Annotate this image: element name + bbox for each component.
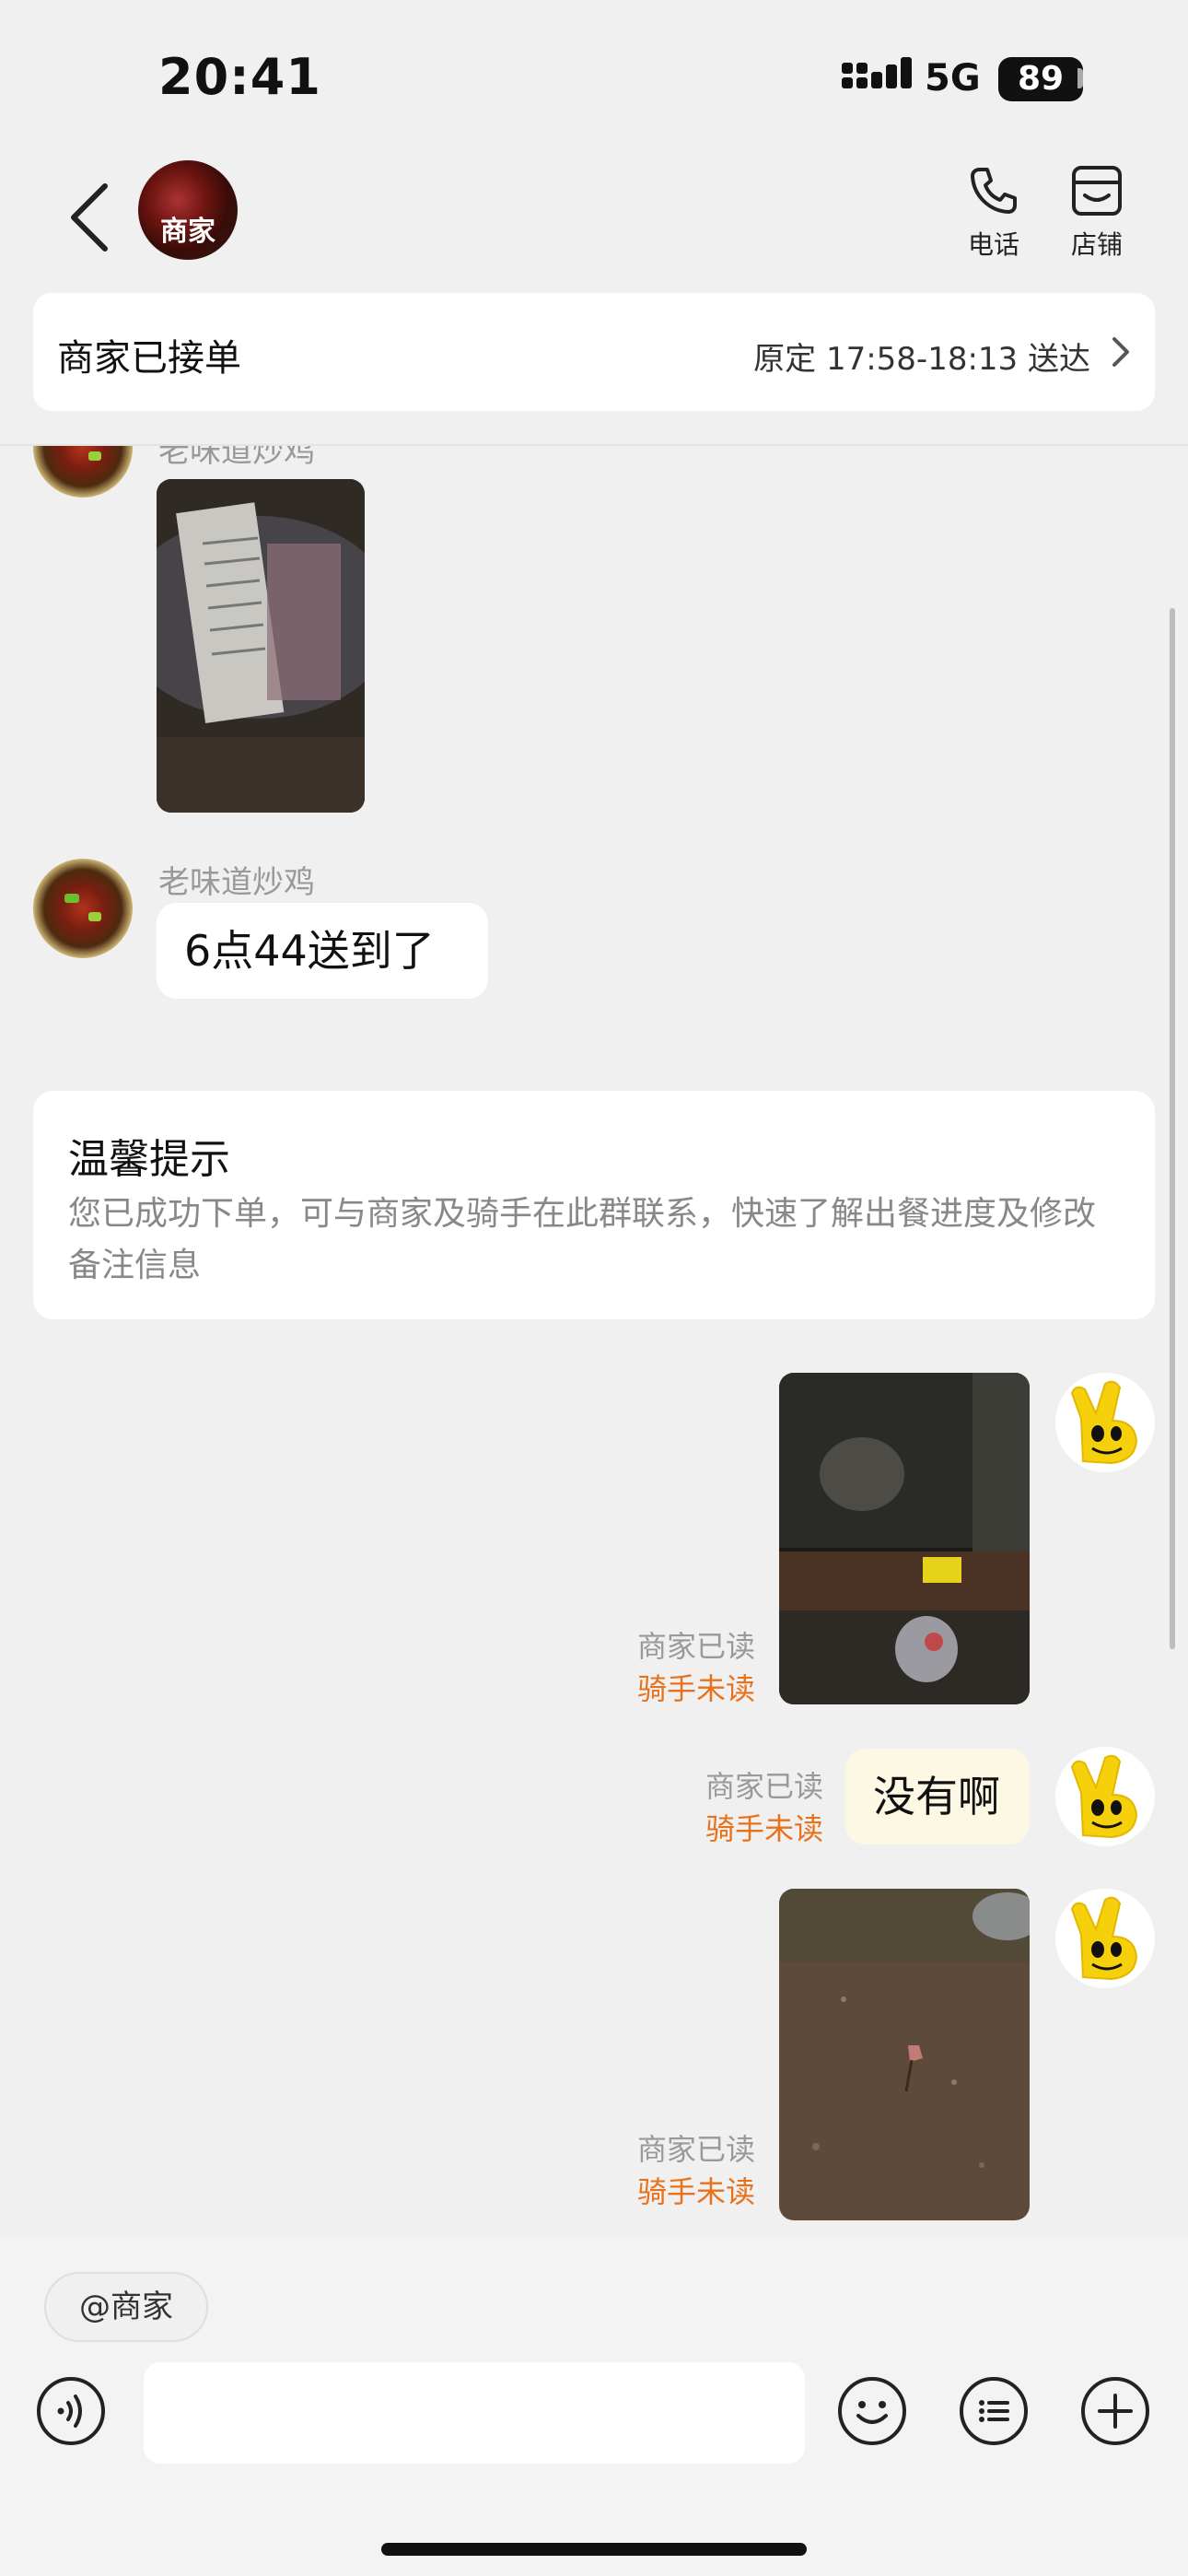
- user-avatar[interactable]: [1055, 1373, 1155, 1472]
- message-photo[interactable]: [157, 479, 365, 813]
- shop-avatar[interactable]: 商家: [138, 160, 238, 260]
- order-status-title: 商家已接单: [57, 337, 241, 380]
- phone-label: 电话: [967, 229, 1019, 260]
- shop-avatar-label: 商家: [160, 216, 215, 248]
- yellow-hand-avatar-icon: [1070, 1896, 1138, 1981]
- doorstep-night-photo: [779, 1373, 1030, 1704]
- rider-unread-status: 骑手未读: [636, 1671, 755, 1706]
- merchant-read-status: 商家已读: [636, 2132, 755, 2167]
- mention-merchant-chip[interactable]: @商家: [44, 2272, 208, 2342]
- status-bar: 20:41 5G 89: [0, 0, 1188, 147]
- merchant-read-status: 商家已读: [705, 1769, 823, 1804]
- message-sender: 老味道炒鸡: [158, 446, 315, 470]
- list-icon[interactable]: [958, 2375, 1030, 2447]
- tip-title: 温馨提示: [68, 1136, 230, 1183]
- incoming-message-bubble[interactable]: 6点44送到了: [157, 903, 488, 999]
- merchant-avatar[interactable]: [33, 859, 133, 958]
- plus-icon[interactable]: [1079, 2375, 1151, 2447]
- store-icon: [1072, 166, 1122, 216]
- phone-icon: [971, 168, 1017, 214]
- input-area: @商家: [0, 2239, 1188, 2576]
- chevron-right-icon: [1112, 337, 1129, 367]
- chat-header: 商家 电话 店铺: [0, 147, 1188, 276]
- signal-icon: [842, 57, 912, 88]
- message-input[interactable]: [144, 2362, 805, 2464]
- receipt-bag-photo: [157, 479, 365, 813]
- yellow-hand-avatar-icon: [1070, 1754, 1138, 1839]
- merchant-read-status: 商家已读: [636, 1629, 755, 1664]
- battery-indicator: 89: [998, 57, 1083, 101]
- order-status-card[interactable]: 商家已接单 原定 17:58-18:13 送达: [33, 293, 1155, 411]
- store-button[interactable]: 店铺: [1055, 164, 1138, 262]
- network-type: 5G: [925, 57, 981, 100]
- store-label: 店铺: [1070, 229, 1123, 260]
- order-eta: 原定 17:58-18:13 送达: [753, 341, 1090, 378]
- merchant-avatar[interactable]: [33, 446, 133, 498]
- message-list[interactable]: 老味道炒鸡 老味道炒鸡 6点44送到了 温馨提示 您已成功下单，可与商家及骑手在…: [0, 446, 1188, 2239]
- message-photo[interactable]: [779, 1889, 1030, 2220]
- system-tip-card: 温馨提示 您已成功下单，可与商家及骑手在此群联系，快速了解出餐进度及修改备注信息: [33, 1091, 1155, 1319]
- emoji-icon[interactable]: [836, 2375, 908, 2447]
- home-indicator[interactable]: [381, 2543, 807, 2556]
- outgoing-message-bubble[interactable]: 没有啊: [845, 1749, 1030, 1844]
- status-time: 20:41: [158, 48, 321, 106]
- chevron-left-icon[interactable]: [64, 181, 120, 254]
- user-avatar[interactable]: [1055, 1747, 1155, 1846]
- phone-button[interactable]: 电话: [952, 164, 1035, 262]
- battery-tip: [1077, 68, 1083, 88]
- message-photo[interactable]: [779, 1373, 1030, 1704]
- message-sender: 老味道炒鸡: [158, 864, 315, 901]
- tip-body: 您已成功下单，可与商家及骑手在此群联系，快速了解出餐进度及修改备注信息: [68, 1195, 1097, 1284]
- yellow-hand-avatar-icon: [1070, 1380, 1138, 1465]
- ground-photo: [779, 1889, 1030, 2220]
- rider-unread-status: 骑手未读: [705, 1811, 823, 1846]
- voice-icon[interactable]: [35, 2375, 107, 2447]
- scrollbar[interactable]: [1170, 608, 1175, 1649]
- user-avatar[interactable]: [1055, 1889, 1155, 1988]
- rider-unread-status: 骑手未读: [636, 2174, 755, 2209]
